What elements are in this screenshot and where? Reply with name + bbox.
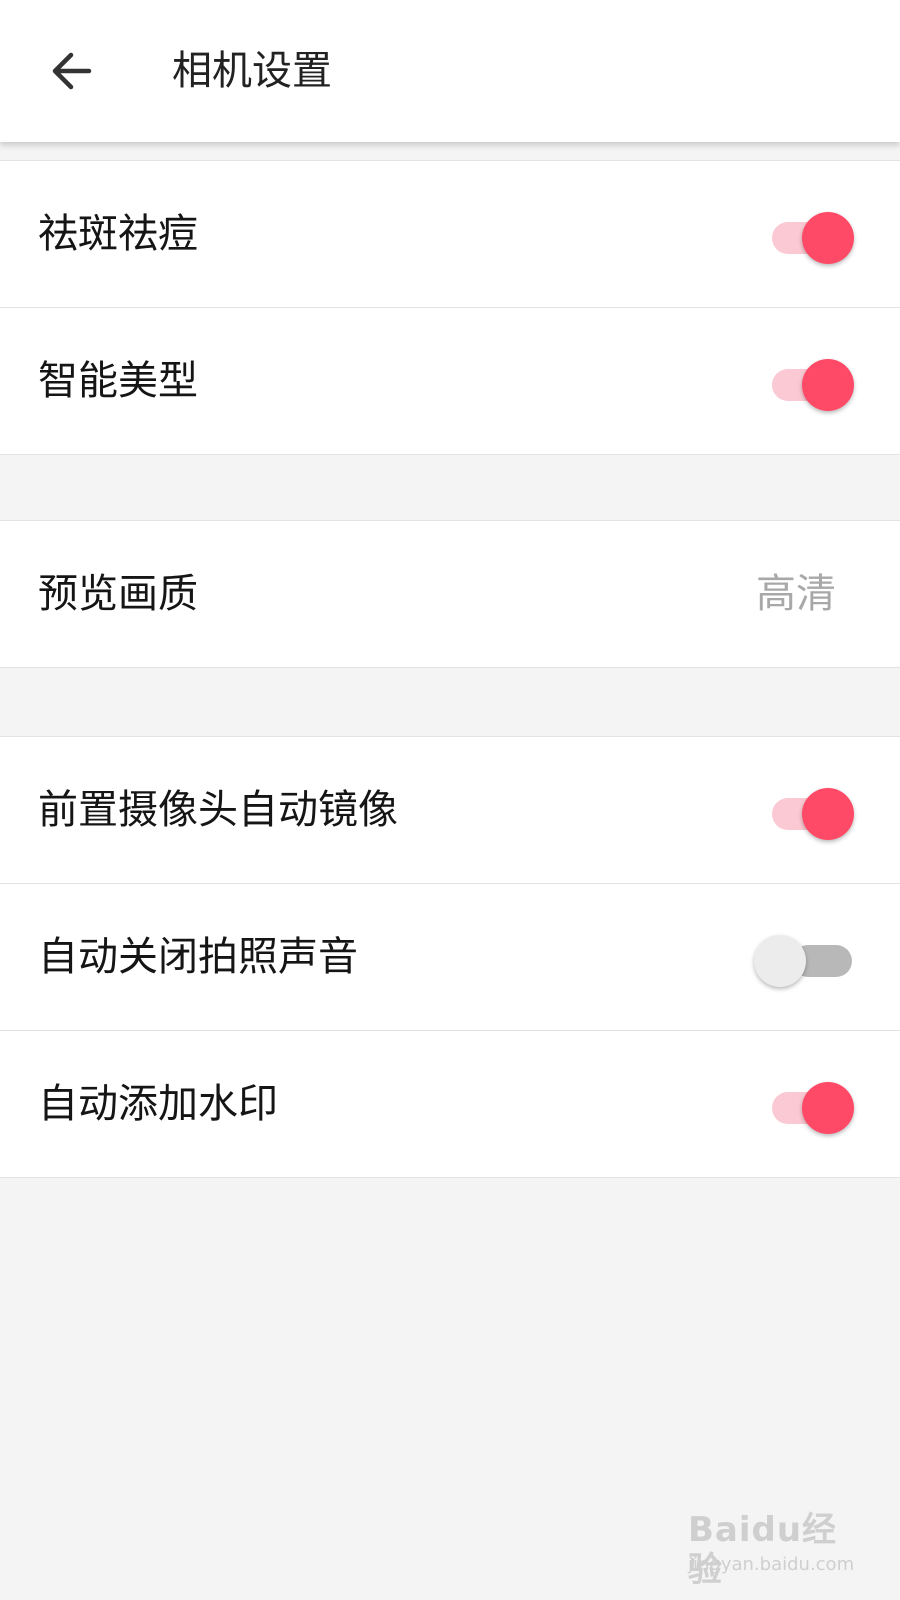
page-title: 相机设置 (172, 48, 332, 94)
setting-label: 自动关闭拍照声音 (38, 934, 358, 980)
watermark-url: jingyan.baidu.com (688, 1554, 855, 1575)
setting-row-blemish-removal[interactable]: 祛斑祛痘 (0, 160, 900, 308)
switch-thumb (754, 935, 806, 987)
mute-shutter-sound-switch[interactable] (754, 929, 858, 987)
front-camera-mirror-switch[interactable] (768, 782, 858, 840)
settings-group-camera: 前置摄像头自动镜像 自动关闭拍照声音 自动添加水印 (0, 736, 900, 1178)
setting-row-front-camera-mirror[interactable]: 前置摄像头自动镜像 (0, 736, 900, 884)
setting-row-smart-reshape[interactable]: 智能美型 (0, 308, 900, 455)
setting-row-auto-watermark[interactable]: 自动添加水印 (0, 1031, 900, 1178)
preview-quality-value: 高清 (756, 571, 836, 617)
arrow-left-icon (52, 52, 92, 90)
back-button[interactable] (36, 36, 106, 106)
switch-thumb (802, 359, 854, 411)
setting-row-mute-shutter-sound[interactable]: 自动关闭拍照声音 (0, 884, 900, 1031)
setting-label: 自动添加水印 (38, 1081, 278, 1127)
switch-thumb (802, 1082, 854, 1134)
app-bar: 相机设置 (0, 0, 900, 142)
watermark-logo-text: Baidu经验 (688, 1510, 838, 1590)
setting-row-preview-quality[interactable]: 预览画质 高清 (0, 520, 900, 668)
baidu-jingyan-watermark: Baidu经验 jingyan.baidu.com (688, 1510, 868, 1590)
switch-thumb (802, 788, 854, 840)
blemish-removal-switch[interactable] (768, 206, 858, 264)
switch-thumb (802, 212, 854, 264)
setting-label: 智能美型 (38, 358, 198, 404)
auto-watermark-switch[interactable] (768, 1076, 858, 1134)
setting-label: 预览画质 (38, 571, 198, 617)
setting-label: 前置摄像头自动镜像 (38, 787, 398, 833)
settings-group-preview: 预览画质 高清 (0, 520, 900, 668)
settings-group-beauty: 祛斑祛痘 智能美型 (0, 160, 900, 455)
setting-label: 祛斑祛痘 (38, 211, 198, 257)
smart-reshape-switch[interactable] (768, 353, 858, 411)
